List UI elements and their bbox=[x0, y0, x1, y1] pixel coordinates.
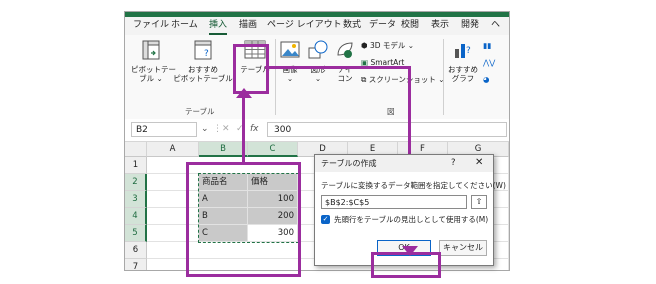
cube-icon: ⬢ bbox=[361, 41, 368, 50]
row-header-7[interactable]: 7 bbox=[125, 259, 147, 270]
row-header-6[interactable]: 6 bbox=[125, 242, 147, 259]
pivottable-label-1: ピボットテー bbox=[131, 65, 176, 74]
tab-home[interactable]: ホーム bbox=[171, 19, 198, 32]
tab-help[interactable]: ヘ bbox=[491, 19, 500, 32]
column-header-c[interactable]: C bbox=[248, 142, 298, 157]
column-header-a[interactable]: A bbox=[147, 142, 199, 157]
dialog-title: テーブルの作成 bbox=[321, 159, 377, 168]
picture-icon bbox=[280, 41, 300, 58]
recommended-pivottable-icon: ? bbox=[194, 40, 212, 60]
pictures-dropdown-icon: ⌄ bbox=[286, 74, 294, 83]
tab-draw[interactable]: 描画 bbox=[239, 19, 257, 32]
tab-page-layout[interactable]: ページ レイアウト bbox=[267, 19, 342, 32]
range-label: テーブルに変換するデータ範囲を指定してください(W) bbox=[321, 181, 506, 190]
shapes-icon bbox=[308, 40, 328, 59]
row-header-4[interactable]: 4 bbox=[125, 208, 147, 225]
group-table-label: テーブル bbox=[185, 107, 215, 116]
tab-data[interactable]: データ bbox=[369, 19, 396, 32]
callout-arrow-down-icon bbox=[402, 246, 418, 256]
screenshot-label: スクリーンショット bbox=[368, 75, 436, 84]
row-header-2[interactable]: 2 bbox=[125, 174, 147, 191]
recommended-charts-label-2: グラフ bbox=[451, 74, 475, 83]
select-all-corner[interactable] bbox=[125, 142, 147, 157]
name-box[interactable]: B2 bbox=[131, 122, 197, 137]
screenshot-icon: ⧉ bbox=[361, 75, 367, 84]
tab-view[interactable]: 表示 bbox=[431, 19, 449, 32]
pie-chart-icon[interactable]: ◕ bbox=[483, 75, 490, 85]
name-box-dropdown-icon[interactable]: ⌄ bbox=[201, 122, 209, 137]
tab-file[interactable]: ファイル bbox=[133, 19, 169, 32]
dialog-close-button[interactable]: ✕ bbox=[475, 157, 483, 169]
callout-connector-vertical bbox=[242, 94, 245, 164]
recommended-charts-icon: ? bbox=[455, 44, 471, 58]
line-chart-icon[interactable]: ⋀⋁ bbox=[483, 58, 495, 68]
group-figure-label: 図 bbox=[387, 107, 395, 116]
range-callout bbox=[186, 162, 301, 277]
callout-connector-horizontal bbox=[265, 66, 410, 69]
ribbon-tabs: ファイル ホーム 挿入 描画 ページ レイアウト 数式 データ 校閲 表示 開発… bbox=[125, 17, 509, 35]
recommended-pivottable-label-1: おすすめ bbox=[188, 65, 218, 74]
icons-label-2: コン bbox=[337, 74, 353, 83]
group-divider-2 bbox=[443, 39, 444, 115]
tab-review[interactable]: 校閲 bbox=[401, 19, 419, 32]
header-row-checkbox-label: 先頭行をテーブルの見出しとして使用する(M) bbox=[334, 215, 489, 224]
recommended-pivottable-button[interactable]: ? おすすめ ピボットテーブル bbox=[173, 39, 233, 83]
ribbon-insert: ピボットテー ブル ⌄ ? おすすめ ピボットテーブル テーブル テーブル 画像… bbox=[125, 35, 509, 120]
formula-input[interactable]: 300 bbox=[267, 122, 507, 137]
row-header-3[interactable]: 3 bbox=[125, 191, 147, 208]
tab-developer[interactable]: 開発 bbox=[461, 19, 479, 32]
table-button-callout bbox=[233, 44, 269, 94]
header-row-checkbox[interactable]: ✓ bbox=[321, 215, 330, 224]
formula-bar: B2 ⌄ ⋮ ✕ ✓ fx 300 bbox=[125, 119, 509, 142]
3d-models-button[interactable]: ⬢ 3D モデル ⌄ bbox=[361, 41, 414, 51]
3d-models-label: 3D モデル bbox=[369, 41, 406, 50]
recommended-pivottable-label-2: ピボットテーブル bbox=[173, 74, 233, 83]
svg-text:?: ? bbox=[466, 46, 471, 56]
icons-icon bbox=[337, 42, 353, 58]
screenshot-button[interactable]: ⧉ スクリーンショット ⌄ bbox=[361, 75, 445, 85]
pivottable-icon bbox=[142, 40, 160, 60]
pictures-button[interactable]: 画像 ⌄ bbox=[277, 39, 303, 83]
range-input[interactable]: $B$2:$C$5 bbox=[321, 195, 467, 209]
svg-text:?: ? bbox=[204, 49, 209, 59]
cancel-icon[interactable]: ✕ bbox=[222, 122, 230, 137]
recommended-charts-label-1: おすすめ bbox=[448, 65, 478, 74]
cancel-button[interactable]: キャンセル bbox=[439, 240, 487, 256]
tab-insert[interactable]: 挿入 bbox=[209, 19, 228, 35]
tab-formulas[interactable]: 数式 bbox=[343, 19, 361, 32]
collapse-range-button[interactable]: ⇧ bbox=[471, 195, 487, 209]
pivottable-label-2: ブル ⌄ bbox=[139, 74, 163, 83]
icons-button[interactable]: アイ コン bbox=[333, 39, 357, 83]
column-chart-icon[interactable]: ▮▮ bbox=[483, 41, 491, 51]
dialog-help-button[interactable]: ? bbox=[451, 158, 456, 169]
row-header-5[interactable]: 5 bbox=[125, 225, 147, 242]
column-header-b[interactable]: B bbox=[199, 142, 248, 157]
pivottable-button[interactable]: ピボットテー ブル ⌄ bbox=[131, 39, 176, 83]
recommended-charts-button[interactable]: ? おすすめ グラフ bbox=[447, 39, 479, 83]
group-divider bbox=[275, 39, 276, 115]
insert-function-icon[interactable]: fx bbox=[250, 122, 259, 137]
dialog-titlebar: テーブルの作成 ? ✕ bbox=[315, 155, 493, 172]
callout-arrow-up-icon bbox=[236, 88, 252, 98]
3d-models-dropdown-icon: ⌄ bbox=[407, 41, 415, 50]
row-header-1[interactable]: 1 bbox=[125, 157, 147, 174]
shapes-button[interactable]: 図形 ⌄ bbox=[305, 39, 331, 83]
formula-bar-divider-icon: ⋮ bbox=[213, 124, 222, 134]
shapes-dropdown-icon: ⌄ bbox=[314, 74, 322, 83]
